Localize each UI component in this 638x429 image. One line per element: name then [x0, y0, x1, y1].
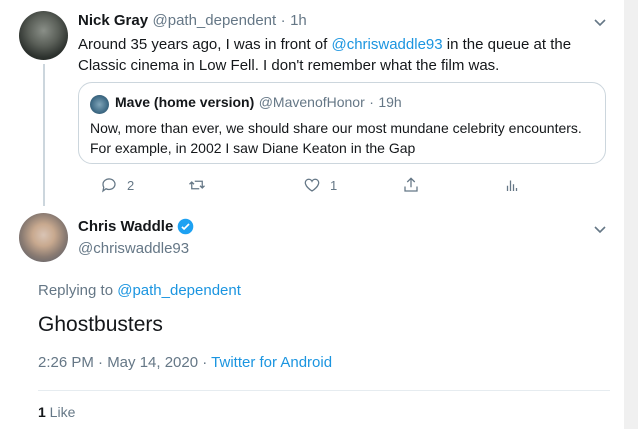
- like-button[interactable]: 1: [303, 176, 337, 194]
- likes-count: 1: [38, 404, 46, 420]
- quoted-tweet-card[interactable]: Mave (home version) @MavenofHonor · 19h …: [78, 82, 606, 164]
- quoted-header: Mave (home version) @MavenofHonor · 19h: [115, 94, 402, 112]
- chevron-down-icon[interactable]: [594, 16, 606, 28]
- tweet-time[interactable]: 1h: [290, 12, 307, 29]
- author-handle[interactable]: @path_dependent: [153, 12, 277, 29]
- chevron-down-icon[interactable]: [594, 223, 606, 235]
- likes-summary[interactable]: 1 Like: [38, 404, 75, 420]
- scrollbar-track[interactable]: [624, 0, 638, 429]
- divider: [38, 390, 610, 391]
- quoted-author-name: Mave (home version): [115, 94, 255, 110]
- mention-link[interactable]: @chriswaddle93: [331, 36, 442, 53]
- retweet-button[interactable]: [188, 176, 206, 194]
- tweet-text: Ghostbusters: [38, 313, 163, 336]
- quoted-time: 19h: [378, 94, 402, 110]
- share-icon: [404, 177, 418, 192]
- thread-connector-line: [43, 64, 45, 206]
- quoted-avatar: [90, 95, 109, 114]
- reply-icon: [102, 178, 116, 193]
- reply-count: 2: [127, 177, 135, 193]
- time-separator: ·: [280, 12, 286, 29]
- replying-to-line: Replying to @path_dependent: [38, 282, 241, 299]
- avatar[interactable]: [19, 213, 68, 262]
- left-margin: [0, 0, 20, 429]
- tweet-header: Nick Gray @path_dependent · 1h: [78, 12, 307, 30]
- author-name[interactable]: Chris Waddle: [78, 218, 173, 235]
- time-separator: ·: [369, 94, 374, 110]
- tweet-text-part: Around 35 years ago, I was in front of: [78, 36, 332, 53]
- share-button[interactable]: [402, 176, 420, 194]
- heart-icon: [304, 178, 320, 192]
- tweet-timestamp: 2:26 PM · May 14, 2020 · Twitter for And…: [38, 354, 332, 371]
- analytics-icon: [506, 180, 518, 191]
- timestamp-text[interactable]: 2:26 PM · May 14, 2020 ·: [38, 354, 211, 371]
- author-name[interactable]: Nick Gray: [78, 12, 148, 29]
- replying-prefix: Replying to: [38, 282, 118, 299]
- client-link[interactable]: Twitter for Android: [211, 354, 332, 371]
- likes-label: Like: [45, 404, 76, 420]
- author-handle[interactable]: @chriswaddle93: [78, 240, 189, 257]
- reply-button[interactable]: 2: [100, 176, 134, 194]
- quoted-author-handle: @MavenofHonor: [258, 94, 365, 110]
- tweet-header: Chris Waddle: [78, 218, 194, 235]
- replying-to-link[interactable]: @path_dependent: [117, 282, 241, 299]
- analytics-button[interactable]: [503, 176, 521, 194]
- quoted-text: Now, more than ever, we should share our…: [90, 120, 582, 156]
- tweet-text: Around 35 years ago, I was in front of @…: [78, 34, 583, 76]
- retweet-icon: [189, 180, 205, 190]
- verified-badge-icon: [177, 218, 194, 235]
- avatar[interactable]: [19, 11, 68, 60]
- like-count: 1: [330, 177, 338, 193]
